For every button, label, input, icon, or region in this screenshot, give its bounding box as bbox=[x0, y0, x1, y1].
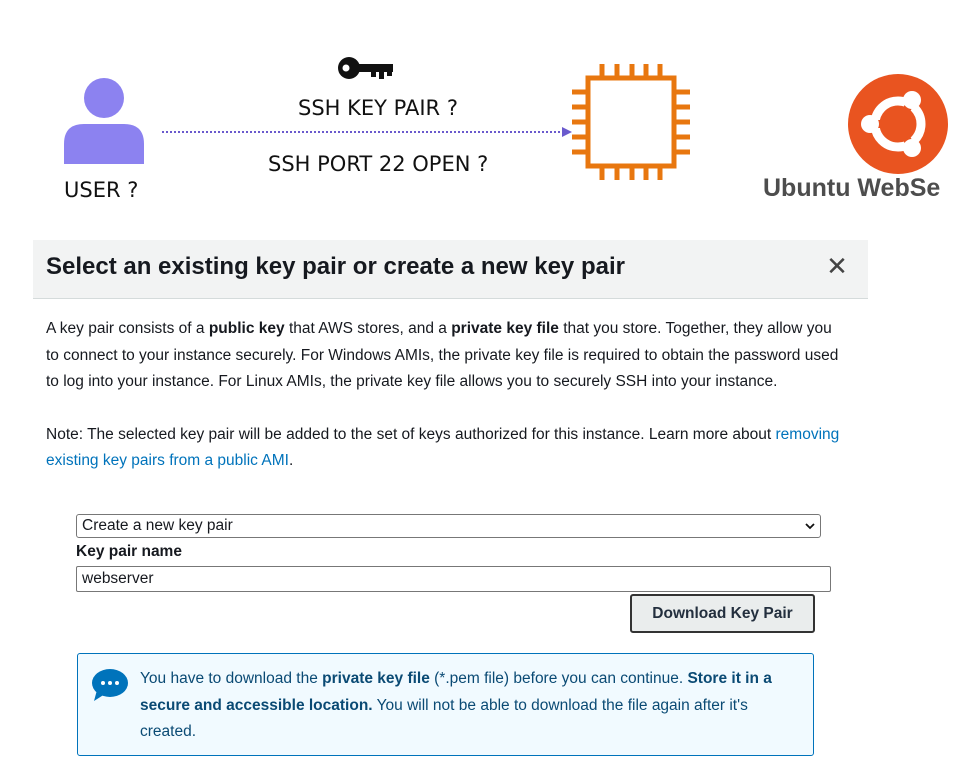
info-alert: You have to download the private key fil… bbox=[77, 653, 814, 756]
ec2-instance-icon bbox=[572, 64, 690, 180]
ubuntu-webserver-label: Ubuntu WebSe bbox=[763, 174, 941, 202]
key-pair-name-input[interactable] bbox=[76, 566, 831, 592]
ubuntu-logo-icon bbox=[848, 74, 948, 174]
key-pair-note: Note: The selected key pair will be adde… bbox=[46, 425, 840, 470]
modal-header: Select an existing key pair or create a … bbox=[33, 240, 868, 299]
key-icon bbox=[338, 57, 393, 79]
user-label: USER ? bbox=[64, 178, 139, 202]
download-key-pair-button[interactable]: Download Key Pair bbox=[630, 594, 815, 633]
chevron-down-icon bbox=[805, 523, 815, 530]
key-pair-description: A key pair consists of a public key that… bbox=[46, 320, 839, 390]
key-pair-modal: Select an existing key pair or create a … bbox=[33, 240, 868, 776]
key-pair-select[interactable]: Create a new key pair bbox=[76, 514, 821, 538]
ssh-key-pair-label: SSH KEY PAIR ? bbox=[298, 96, 458, 120]
key-pair-name-label: Key pair name bbox=[76, 543, 182, 560]
close-icon[interactable]: ✕ bbox=[822, 251, 852, 281]
architecture-diagram: USER ? SSH KEY PAIR ? SSH PORT 22 OPEN ? bbox=[0, 0, 972, 230]
chat-bubble-icon bbox=[92, 669, 128, 701]
modal-body: A key pair consists of a public key that… bbox=[46, 316, 846, 475]
key-pair-select-value: Create a new key pair bbox=[82, 517, 233, 534]
info-alert-text: You have to download the private key fil… bbox=[140, 670, 772, 740]
modal-title: Select an existing key pair or create a … bbox=[46, 253, 625, 280]
user-icon bbox=[64, 78, 144, 164]
ssh-port-label: SSH PORT 22 OPEN ? bbox=[268, 152, 489, 176]
connection-arrow bbox=[162, 127, 572, 137]
